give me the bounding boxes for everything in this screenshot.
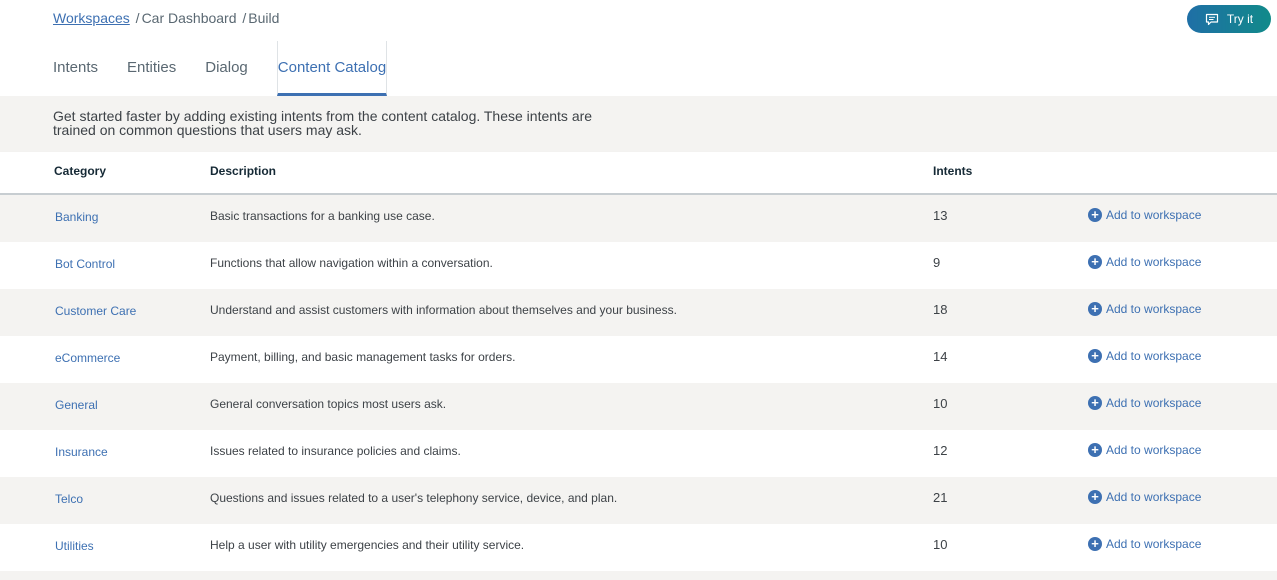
add-to-workspace-button[interactable]: + Add to workspace [1088, 301, 1202, 316]
table-row: Utilities Help a user with utility emerg… [0, 524, 1277, 571]
category-description: Payment, billing, and basic management t… [210, 350, 516, 364]
tab-content-catalog[interactable]: Content Catalog [276, 41, 388, 96]
catalog-table: Category Description Intents Banking Bas… [0, 152, 1277, 580]
category-link[interactable]: Bot Control [55, 257, 115, 271]
breadcrumb: Workspaces / Car Dashboard / Build [53, 10, 279, 26]
category-description: Understand and assist customers with inf… [210, 303, 677, 317]
tab-dialog[interactable]: Dialog [205, 41, 248, 94]
intent-count: 10 [933, 396, 948, 411]
category-link[interactable]: Banking [55, 210, 98, 224]
category-link[interactable]: Utilities [55, 539, 94, 553]
add-to-workspace-label: Add to workspace [1106, 349, 1202, 363]
add-to-workspace-label: Add to workspace [1106, 490, 1202, 504]
add-circle-icon: + [1088, 395, 1102, 410]
category-link[interactable]: eCommerce [55, 351, 120, 365]
category-description: Help a user with utility emergencies and… [210, 538, 525, 552]
tab-entities[interactable]: Entities [127, 41, 176, 94]
page-header: Workspaces / Car Dashboard / Build Try it … [0, 0, 1277, 97]
tab-label: Content Catalog [277, 58, 387, 76]
breadcrumb-separator: / [135, 10, 140, 26]
table-header: Category Description Intents [0, 152, 1277, 195]
table-row: Customer Care Understand and assist cust… [0, 289, 1277, 336]
add-circle-icon: + [1088, 489, 1102, 504]
tab-bar: Intents Entities Dialog Content Catalog [53, 41, 416, 96]
category-description: Functions that allow navigation within a… [210, 256, 493, 270]
add-circle-icon: + [1088, 207, 1102, 222]
intent-count: 9 [933, 255, 941, 270]
tab-label: Intents [53, 59, 99, 76]
intent-count: 21 [933, 490, 948, 505]
add-circle-icon: + [1088, 301, 1102, 316]
try-it-button[interactable]: Try it [1187, 5, 1271, 33]
category-link[interactable]: Customer Care [55, 304, 136, 318]
add-to-workspace-label: Add to workspace [1106, 255, 1202, 269]
breadcrumb-workspaces-link[interactable]: Workspaces [53, 10, 130, 26]
column-header-description[interactable]: Description [210, 164, 276, 178]
chat-bubble-icon [1205, 13, 1219, 26]
content-catalog-page: Workspaces / Car Dashboard / Build Try it … [0, 0, 1277, 580]
column-header-intents[interactable]: Intents [933, 164, 972, 178]
category-description: Questions and issues related to a user's… [210, 491, 618, 505]
breadcrumb-section: Build [248, 10, 280, 26]
add-to-workspace-button[interactable]: + Add to workspace [1088, 254, 1202, 269]
tab-label: Entities [127, 59, 177, 76]
intent-count: 13 [933, 208, 948, 223]
table-row-partial [0, 571, 1277, 580]
add-to-workspace-button[interactable]: + Add to workspace [1088, 489, 1202, 504]
tab-label: Dialog [205, 59, 248, 76]
intent-count: 10 [933, 537, 948, 552]
category-description: Issues related to insurance policies and… [210, 444, 461, 458]
tab-intents[interactable]: Intents [53, 41, 98, 94]
breadcrumb-workspace-name: Car Dashboard [141, 10, 237, 26]
category-link[interactable]: Telco [55, 492, 83, 506]
add-circle-icon: + [1088, 442, 1102, 457]
column-header-category[interactable]: Category [54, 164, 106, 178]
table-row: Telco Questions and issues related to a … [0, 477, 1277, 524]
category-link[interactable]: Insurance [55, 445, 108, 459]
add-circle-icon: + [1088, 536, 1102, 551]
table-row: Banking Basic transactions for a banking… [0, 195, 1277, 242]
add-to-workspace-label: Add to workspace [1106, 302, 1202, 316]
add-to-workspace-button[interactable]: + Add to workspace [1088, 348, 1202, 363]
category-description: General conversation topics most users a… [210, 397, 447, 411]
add-to-workspace-button[interactable]: + Add to workspace [1088, 536, 1202, 551]
add-to-workspace-button[interactable]: + Add to workspace [1088, 207, 1202, 222]
add-to-workspace-button[interactable]: + Add to workspace [1088, 395, 1202, 410]
category-link[interactable]: General [55, 398, 98, 412]
intent-count: 18 [933, 302, 948, 317]
table-row: General General conversation topics most… [0, 383, 1277, 430]
table-row: Insurance Issues related to insurance po… [0, 430, 1277, 477]
add-to-workspace-label: Add to workspace [1106, 537, 1202, 551]
add-circle-icon: + [1088, 348, 1102, 363]
add-to-workspace-button[interactable]: + Add to workspace [1088, 442, 1202, 457]
table-row: Bot Control Functions that allow navigat… [0, 242, 1277, 289]
add-to-workspace-label: Add to workspace [1106, 396, 1202, 410]
add-to-workspace-label: Add to workspace [1106, 208, 1202, 222]
add-circle-icon: + [1088, 254, 1102, 269]
category-description: Basic transactions for a banking use cas… [210, 209, 435, 223]
table-row: eCommerce Payment, billing, and basic ma… [0, 336, 1277, 383]
add-to-workspace-label: Add to workspace [1106, 443, 1202, 457]
intro-banner: Get started faster by adding existing in… [0, 96, 1277, 152]
intro-text: Get started faster by adding existing in… [53, 108, 593, 138]
intent-count: 14 [933, 349, 948, 364]
try-it-label: Try it [1226, 12, 1254, 26]
intent-count: 12 [933, 443, 948, 458]
